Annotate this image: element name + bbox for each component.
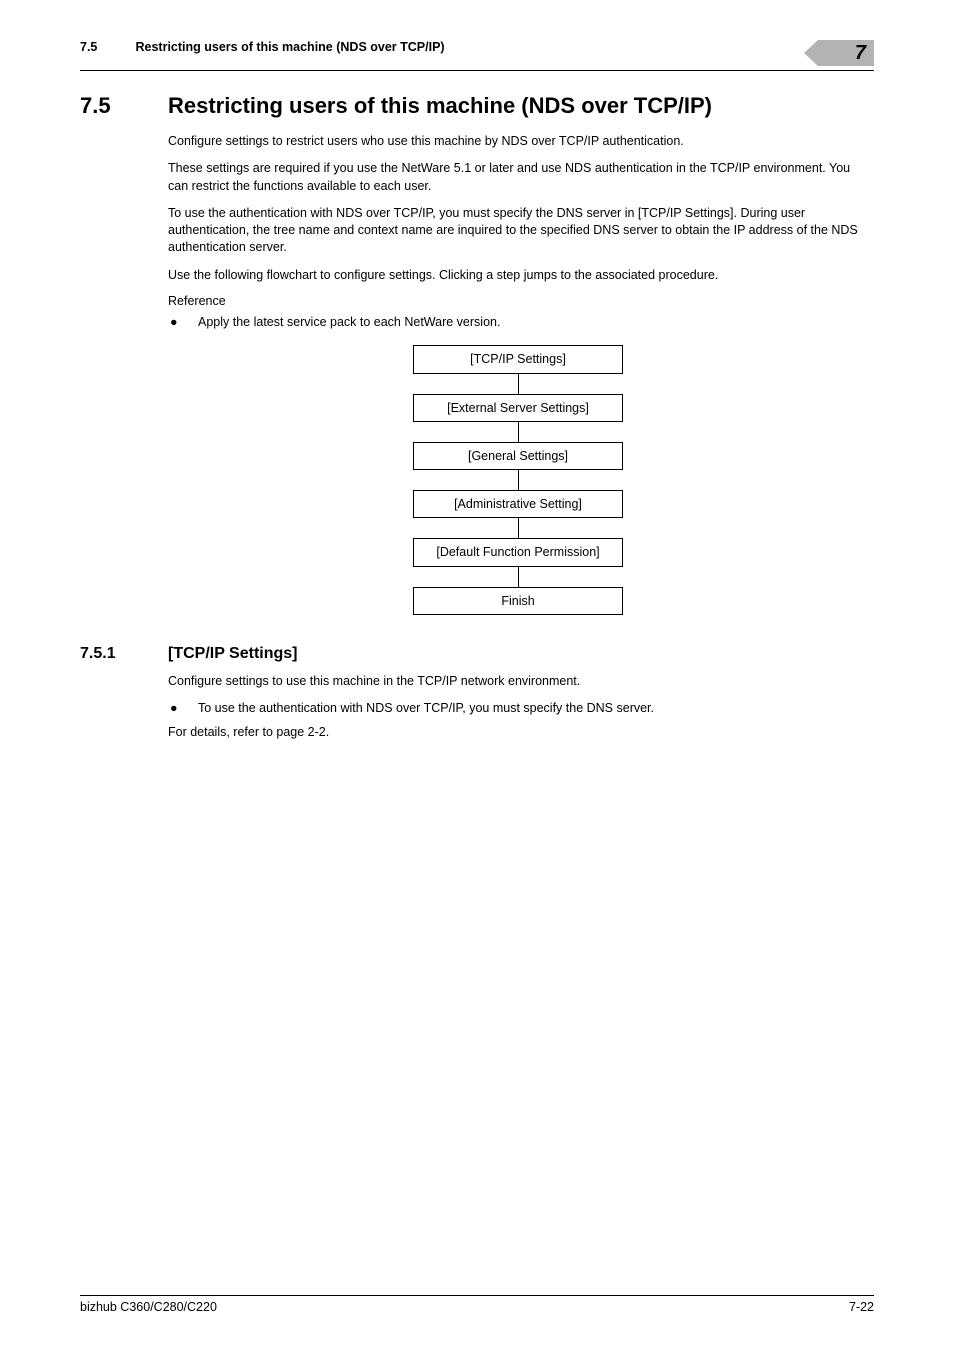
header-left: 7.5 Restricting users of this machine (N… bbox=[80, 40, 445, 54]
bullet-icon: ● bbox=[168, 700, 198, 718]
heading-1-title: Restricting users of this machine (NDS o… bbox=[168, 93, 712, 119]
flow-step-default-permission[interactable]: [Default Function Permission] bbox=[413, 538, 623, 566]
heading-2-num: 7.5.1 bbox=[80, 645, 168, 663]
footer-model: bizhub C360/C280/C220 bbox=[80, 1300, 217, 1314]
paragraph: Configure settings to use this machine i… bbox=[168, 673, 868, 690]
flow-connector bbox=[413, 374, 623, 394]
paragraph: These settings are required if you use t… bbox=[168, 160, 868, 195]
flow-step-administrative[interactable]: [Administrative Setting] bbox=[413, 490, 623, 518]
page-footer: bizhub C360/C280/C220 7-22 bbox=[80, 1295, 874, 1314]
bullet-text: To use the authentication with NDS over … bbox=[198, 700, 654, 718]
heading-1-num: 7.5 bbox=[80, 93, 168, 119]
header-section-title: Restricting users of this machine (NDS o… bbox=[135, 40, 444, 54]
chapter-flag: 7 bbox=[818, 40, 874, 66]
bullet-item: ● To use the authentication with NDS ove… bbox=[168, 700, 868, 718]
flow-step-external-server[interactable]: [External Server Settings] bbox=[413, 394, 623, 422]
flowchart: [TCP/IP Settings] [External Server Setti… bbox=[413, 345, 623, 615]
flow-step-finish: Finish bbox=[413, 587, 623, 615]
running-header: 7.5 Restricting users of this machine (N… bbox=[80, 40, 874, 71]
bullet-item: ● Apply the latest service pack to each … bbox=[168, 314, 868, 332]
flow-step-general[interactable]: [General Settings] bbox=[413, 442, 623, 470]
heading-1: 7.5 Restricting users of this machine (N… bbox=[80, 93, 874, 119]
footer-page-num: 7-22 bbox=[849, 1300, 874, 1314]
flow-connector bbox=[413, 470, 623, 490]
flow-connector bbox=[413, 567, 623, 587]
flow-step-tcpip[interactable]: [TCP/IP Settings] bbox=[413, 345, 623, 373]
bullet-text: Apply the latest service pack to each Ne… bbox=[198, 314, 500, 332]
paragraph: To use the authentication with NDS over … bbox=[168, 205, 868, 257]
reference-label: Reference bbox=[168, 294, 868, 308]
chapter-number: 7 bbox=[855, 42, 866, 65]
header-section-num: 7.5 bbox=[80, 40, 132, 54]
heading-2: 7.5.1 [TCP/IP Settings] bbox=[80, 645, 874, 663]
paragraph: Configure settings to restrict users who… bbox=[168, 133, 868, 150]
bullet-icon: ● bbox=[168, 314, 198, 332]
heading-2-title: [TCP/IP Settings] bbox=[168, 645, 298, 663]
paragraph: Use the following flowchart to configure… bbox=[168, 267, 868, 284]
flow-connector bbox=[413, 422, 623, 442]
flow-connector bbox=[413, 518, 623, 538]
paragraph: For details, refer to page 2-2. bbox=[168, 724, 868, 741]
